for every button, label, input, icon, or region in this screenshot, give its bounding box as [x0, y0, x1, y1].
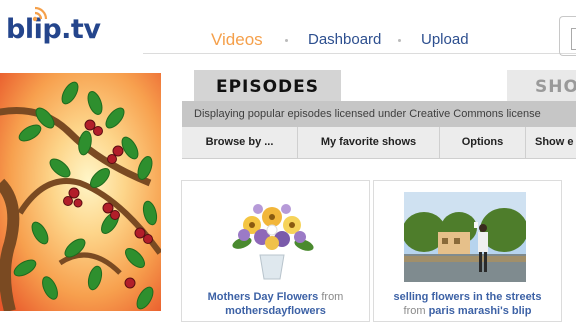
episode-thumbnail[interactable] — [222, 195, 322, 281]
episode-card[interactable]: selling flowers in the streets from pari… — [373, 180, 562, 322]
nav-separator — [398, 39, 401, 42]
episode-thumbnail[interactable] — [404, 192, 526, 282]
episode-card[interactable]: Mothers Day Flowers from mothersdayflowe… — [181, 180, 370, 322]
blip-logo[interactable]: blip.tv — [6, 14, 101, 45]
options-button[interactable]: Options — [440, 127, 526, 158]
subnav-bar: Browse by ... My favorite shows Options … — [182, 127, 576, 159]
tab-shows[interactable]: SHOW — [507, 70, 576, 102]
hero-illustration — [0, 73, 161, 311]
episode-author[interactable]: mothersdayflowers — [182, 305, 369, 317]
tab-episodes[interactable]: EPISODES — [194, 70, 341, 102]
nav-dashboard[interactable]: Dashboard — [308, 31, 381, 48]
info-bar: Displaying popular episodes licensed und… — [182, 101, 576, 127]
nav-separator — [285, 39, 288, 42]
episode-title[interactable]: Mothers Day Flowers from — [182, 291, 369, 303]
episode-title[interactable]: selling flowers in the streets — [374, 291, 561, 303]
signal-icon — [32, 6, 48, 22]
nav-videos[interactable]: Videos — [211, 30, 263, 50]
header-divider — [143, 53, 576, 54]
show-episodes-button[interactable]: Show e — [526, 127, 576, 158]
nav-upload[interactable]: Upload — [421, 31, 469, 48]
episode-author[interactable]: from paris marashi's blip — [374, 305, 561, 317]
search-input[interactable] — [571, 28, 576, 50]
my-favorite-shows-button[interactable]: My favorite shows — [298, 127, 440, 158]
browse-by-button[interactable]: Browse by ... — [182, 127, 298, 158]
